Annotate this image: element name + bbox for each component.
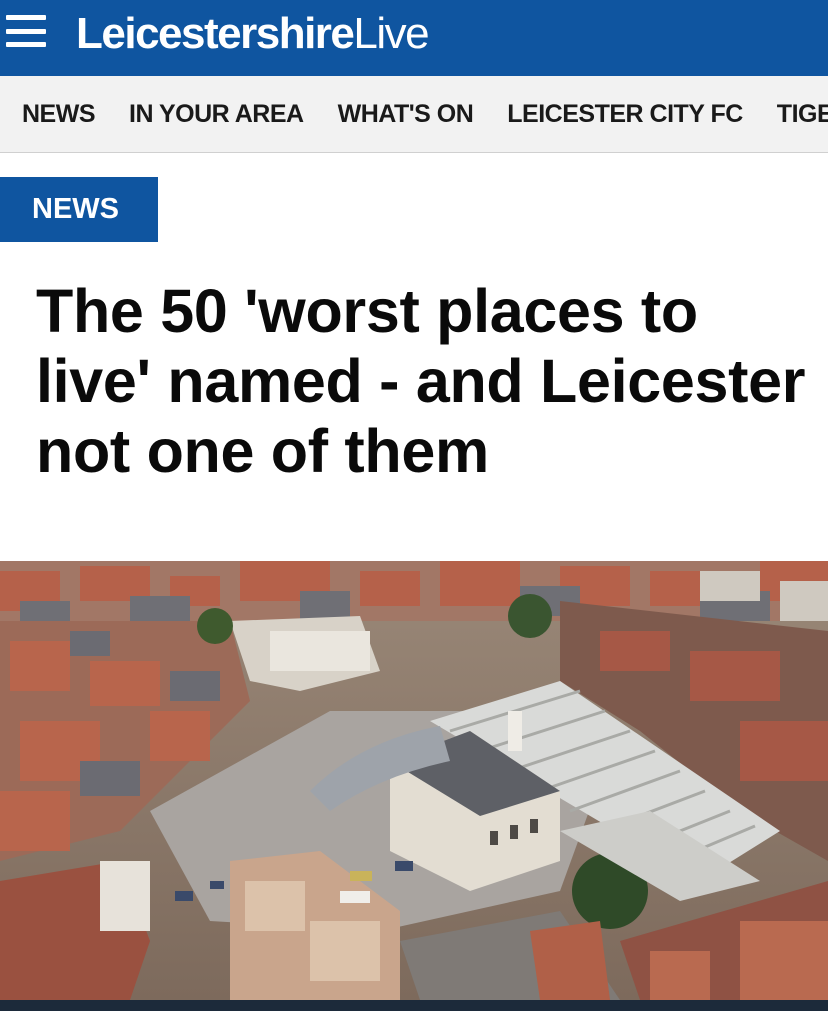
article-headline: The 50 'worst places to live' named - an… (36, 277, 806, 485)
bottom-bar (0, 1000, 828, 1011)
nav-item-news[interactable]: NEWS (22, 100, 96, 129)
nav-item-whats-on[interactable]: WHAT'S ON (338, 100, 474, 129)
nav-item-leicester-city-fc[interactable]: LEICESTER CITY FC (507, 100, 743, 129)
section-nav: NEWS IN YOUR AREA WHAT'S ON LEICESTER CI… (0, 76, 828, 153)
logo-light-text: Live (353, 9, 429, 58)
article-hero-image[interactable] (0, 561, 828, 1000)
section-badge[interactable]: NEWS (0, 177, 158, 242)
nav-item-tigers[interactable]: TIGE (777, 100, 828, 129)
site-header: LeicestershireLive (0, 0, 828, 76)
site-logo[interactable]: LeicestershireLive (76, 8, 430, 60)
logo-bold-text: Leicestershire (76, 9, 355, 58)
hamburger-menu-icon[interactable] (6, 15, 46, 47)
nav-item-in-your-area[interactable]: IN YOUR AREA (129, 100, 304, 129)
